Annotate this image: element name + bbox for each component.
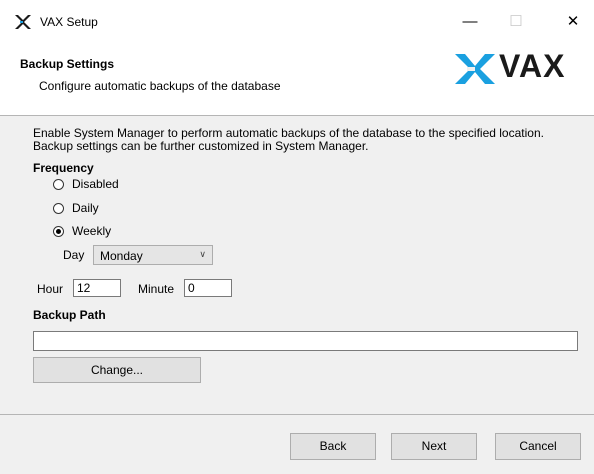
change-button[interactable]: Change... — [33, 357, 201, 383]
radio-icon[interactable] — [53, 226, 64, 237]
radio-icon[interactable] — [53, 179, 64, 190]
window-title: VAX Setup — [40, 15, 98, 29]
back-button[interactable]: Back — [290, 433, 376, 460]
maximize-button[interactable]: ☐ — [501, 8, 531, 36]
close-button[interactable]: ✕ — [558, 8, 588, 36]
hour-field[interactable]: 12 — [73, 279, 121, 297]
backup-path-label: Backup Path — [33, 308, 106, 322]
day-label: Day — [63, 248, 85, 262]
minimize-button[interactable]: — — [455, 8, 485, 36]
minute-field[interactable]: 0 — [184, 279, 232, 297]
cancel-button[interactable]: Cancel — [495, 433, 581, 460]
frequency-label: Frequency — [33, 161, 94, 175]
title-bar[interactable]: VAX Setup — ☐ ✕ — [0, 0, 594, 43]
vax-logo-mark — [455, 54, 495, 84]
radio-label-weekly: Weekly — [72, 224, 112, 238]
vax-app-icon — [15, 15, 31, 29]
footer-divider — [0, 414, 594, 415]
radio-label-disabled: Disabled — [72, 177, 119, 191]
vax-logo-text: VAX — [499, 48, 566, 84]
description-text: Enable System Manager to perform automat… — [33, 126, 544, 153]
minute-label: Minute — [138, 282, 175, 296]
page-title: Backup Settings — [20, 57, 115, 71]
radio-icon[interactable] — [53, 203, 64, 214]
hour-label: Hour — [37, 282, 64, 296]
radio-label-daily: Daily — [72, 201, 99, 215]
day-select-value: Monday — [100, 249, 143, 263]
next-button[interactable]: Next — [391, 433, 477, 460]
backup-path-field[interactable] — [33, 331, 578, 351]
chevron-down-icon: ∨ — [199, 249, 206, 259]
wizard-header: Backup Settings Configure automatic back… — [0, 43, 594, 116]
day-select[interactable]: Monday ∨ — [93, 245, 213, 265]
page-subtitle: Configure automatic backups of the datab… — [39, 79, 281, 93]
